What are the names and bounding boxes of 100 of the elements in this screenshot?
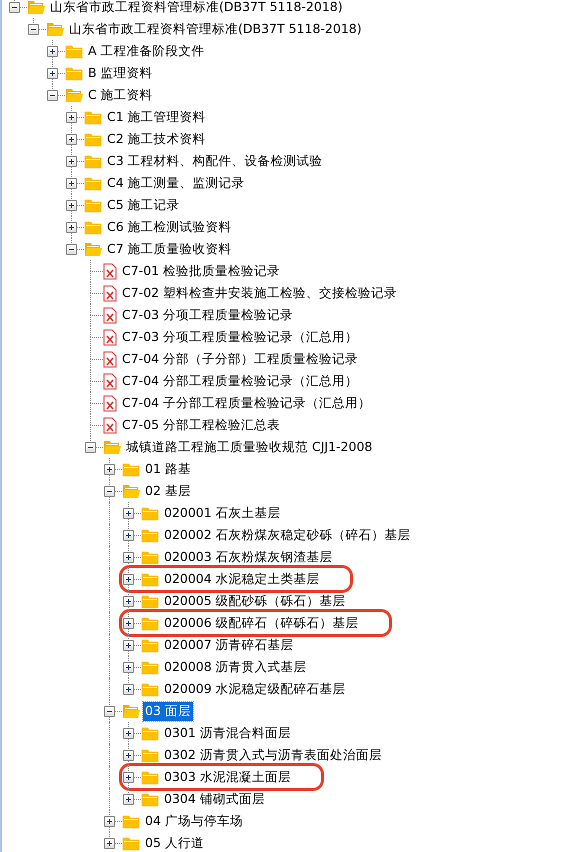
folder-icon — [84, 175, 102, 191]
expand-toggle[interactable] — [9, 2, 20, 13]
expand-toggle[interactable] — [66, 200, 77, 211]
tree-item[interactable]: 020009 水泥稳定级配碎石基层 — [162, 680, 348, 698]
open-folder-icon — [103, 439, 121, 455]
tree-item[interactable]: A 工程准备阶段文件 — [86, 42, 207, 60]
folder-icon — [65, 65, 83, 81]
tree-item[interactable]: 01 路基 — [143, 460, 193, 478]
tree-item[interactable]: C6 施工检测试验资料 — [105, 218, 234, 236]
tree-item[interactable]: 020003 石灰粉煤灰钢渣基层 — [162, 548, 335, 566]
tree-item[interactable]: 山东省市政工程资料管理标准(DB37T 5118-2018) — [48, 0, 345, 16]
folder-icon — [141, 725, 159, 741]
tree-item[interactable]: 020005 级配砂砾（砾石）基层 — [162, 592, 348, 610]
folder-icon — [141, 659, 159, 675]
folder-icon — [84, 109, 102, 125]
folder-icon — [84, 219, 102, 235]
expand-toggle[interactable] — [123, 684, 134, 695]
expand-toggle[interactable] — [123, 552, 134, 563]
folder-icon — [141, 527, 159, 543]
tree-item[interactable]: 020007 沥青碎石基层 — [162, 636, 296, 654]
expand-toggle[interactable] — [47, 46, 58, 57]
expand-toggle[interactable] — [85, 442, 96, 453]
folder-icon — [141, 505, 159, 521]
tree-item[interactable]: 02 基层 — [143, 482, 193, 500]
expand-toggle[interactable] — [123, 772, 134, 783]
tree-item[interactable]: C1 施工管理资料 — [105, 108, 208, 126]
folder-icon — [122, 461, 140, 477]
tree-item[interactable]: 04 广场与停车场 — [143, 812, 245, 830]
expand-toggle[interactable] — [66, 134, 77, 145]
folder-icon — [122, 813, 140, 829]
folder-icon — [141, 549, 159, 565]
tree-item[interactable]: 020008 沥青贯入式基层 — [162, 658, 309, 676]
tree-item[interactable]: C3 工程材料、构配件、设备检测试验 — [105, 152, 325, 170]
tree-item[interactable]: C7-03 分项工程质量检验记录（汇总用） — [120, 328, 360, 346]
tree-item[interactable]: 城镇道路工程施工质量验收规范 CJJ1-2008 — [124, 438, 374, 456]
expand-toggle[interactable] — [104, 838, 115, 849]
folder-icon — [141, 769, 159, 785]
expand-toggle[interactable] — [66, 112, 77, 123]
document-error-icon — [103, 372, 117, 390]
expand-toggle[interactable] — [104, 486, 115, 497]
document-error-icon — [103, 416, 117, 434]
document-error-icon — [103, 284, 117, 302]
tree-item[interactable]: C2 施工技术资料 — [105, 130, 208, 148]
expand-toggle[interactable] — [123, 530, 134, 541]
tree-item[interactable]: 020004 水泥稳定土类基层 — [162, 570, 322, 588]
expand-toggle[interactable] — [47, 90, 58, 101]
open-folder-icon — [122, 703, 140, 719]
expand-toggle[interactable] — [104, 816, 115, 827]
expand-toggle[interactable] — [123, 508, 134, 519]
expand-toggle[interactable] — [66, 156, 77, 167]
expand-toggle[interactable] — [66, 178, 77, 189]
expand-toggle[interactable] — [104, 464, 115, 475]
document-error-icon — [103, 350, 117, 368]
document-error-icon — [103, 394, 117, 412]
tree-item[interactable]: C7 施工质量验收资料 — [105, 240, 234, 258]
expand-toggle[interactable] — [104, 706, 115, 717]
document-error-icon — [103, 328, 117, 346]
tree-item[interactable]: B 监理资料 — [86, 64, 155, 82]
tree-item[interactable]: C7-03 分项工程质量检验记录 — [120, 306, 296, 324]
expand-toggle[interactable] — [123, 662, 134, 673]
tree-item[interactable]: 020002 石灰粉煤灰稳定砂砾（碎石）基层 — [162, 526, 413, 544]
folder-icon — [84, 197, 102, 213]
folder-icon — [141, 681, 159, 697]
tree-item[interactable]: 山东省市政工程资料管理标准(DB37T 5118-2018) — [67, 20, 364, 38]
tree-item[interactable]: 020006 级配碎石（碎砾石）基层 — [162, 614, 361, 632]
expand-toggle[interactable] — [123, 596, 134, 607]
folder-icon — [141, 747, 159, 763]
tree-item[interactable]: C5 施工记录 — [105, 196, 182, 214]
folder-icon — [84, 153, 102, 169]
expand-toggle[interactable] — [47, 68, 58, 79]
tree-item[interactable]: C 施工资料 — [86, 86, 155, 104]
expand-toggle[interactable] — [123, 574, 134, 585]
folder-icon — [84, 131, 102, 147]
tree-item[interactable]: C7-02 塑料检查井安装施工检验、交接检验记录 — [120, 284, 400, 302]
expand-toggle[interactable] — [28, 24, 39, 35]
tree-item[interactable]: 0302 沥青贯入式与沥青表面处治面层 — [162, 746, 384, 764]
expand-toggle[interactable] — [123, 618, 134, 629]
tree-item[interactable]: 0304 铺砌式面层 — [162, 790, 267, 808]
tree-item[interactable]: 05 人行道 — [143, 834, 206, 852]
expand-toggle[interactable] — [123, 794, 134, 805]
tree-item[interactable]: 020001 石灰土基层 — [162, 504, 283, 522]
tree-item[interactable]: 03 面层 — [143, 702, 193, 720]
tree-item[interactable]: 0303 水泥混凝土面层 — [162, 768, 293, 786]
tree-item[interactable]: C7-04 分部（子分部）工程质量检验记录 — [120, 350, 360, 368]
expand-toggle[interactable] — [66, 244, 77, 255]
tree-item[interactable]: C7-01 检验批质量检验记录 — [120, 262, 282, 280]
folder-icon — [141, 593, 159, 609]
tree-item[interactable]: C7-05 分部工程检验汇总表 — [120, 416, 282, 434]
tree-item[interactable]: C7-04 分部工程质量检验记录（汇总用） — [120, 372, 360, 390]
expand-toggle[interactable] — [66, 222, 77, 233]
tree-item[interactable]: 0301 沥青混合料面层 — [162, 724, 293, 742]
folder-icon — [141, 791, 159, 807]
expand-toggle[interactable] — [123, 728, 134, 739]
expand-toggle[interactable] — [123, 640, 134, 651]
tree-item[interactable]: C4 施工测量、监测记录 — [105, 174, 247, 192]
open-folder-icon — [84, 241, 102, 257]
document-error-icon — [103, 306, 117, 324]
expand-toggle[interactable] — [123, 750, 134, 761]
folder-icon — [141, 637, 159, 653]
tree-item[interactable]: C7-04 子分部工程质量检验记录（汇总用） — [120, 394, 374, 412]
